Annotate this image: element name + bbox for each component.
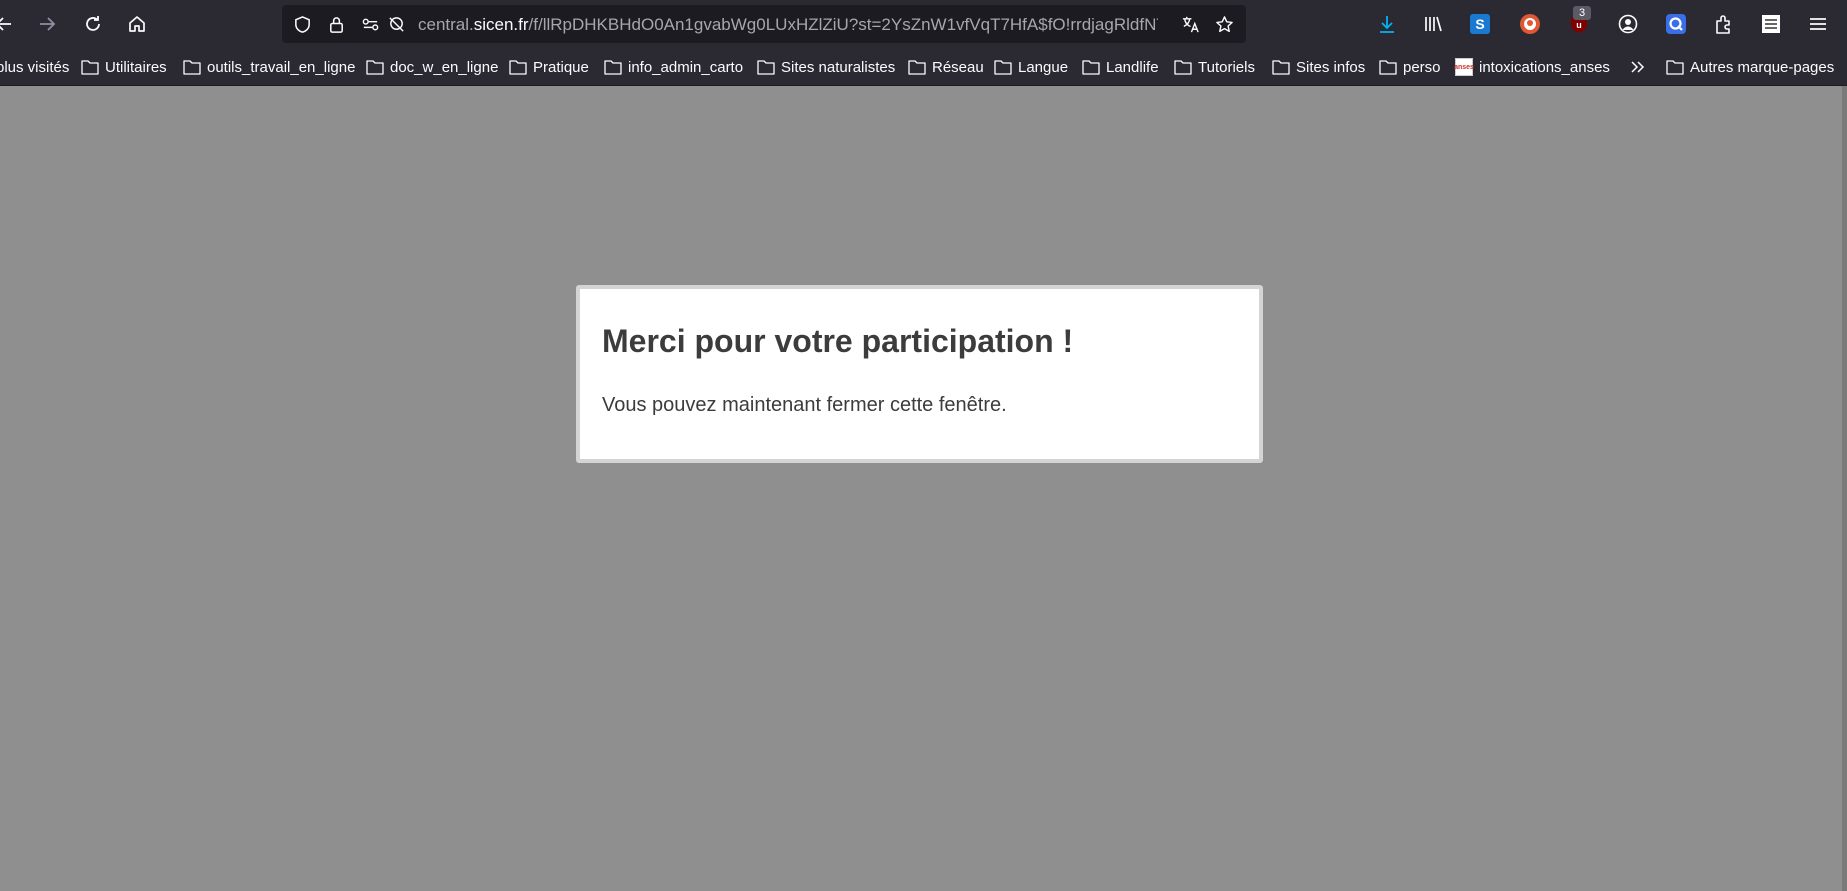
bookmark-label: outils_travail_en_ligne — [207, 58, 356, 76]
account-icon[interactable] — [1616, 12, 1640, 36]
folder-icon — [604, 60, 622, 75]
bookmark-intoxications-anses[interactable]: anses intoxications_anses — [1454, 56, 1610, 78]
bookmark-label: doc_w_en_ligne — [390, 58, 499, 76]
bookmark-label: perso — [1403, 58, 1441, 76]
tracking-protection-icon[interactable] — [386, 14, 406, 34]
bookmark-label: Réseau — [932, 58, 984, 76]
bookmark-label: Autres marque-pages — [1690, 58, 1835, 76]
download-icon[interactable] — [1375, 12, 1399, 36]
folder-icon — [81, 60, 99, 75]
library-icon[interactable] — [1421, 12, 1445, 36]
folder-icon — [1272, 60, 1290, 75]
bookmark-folder-tutoriels[interactable]: Tutoriels — [1174, 56, 1255, 78]
bookmark-folder-perso[interactable]: perso — [1379, 56, 1441, 78]
bookmark-folder-langue[interactable]: Langue — [994, 56, 1068, 78]
bookmark-label: Landlife — [1106, 58, 1159, 76]
bookmark-folder-landlife[interactable]: Landlife — [1082, 56, 1159, 78]
dialog-message: Vous pouvez maintenant fermer cette fenê… — [602, 394, 1007, 416]
folder-icon — [994, 60, 1012, 75]
hamburger-menu-icon[interactable] — [1806, 12, 1830, 36]
folder-icon — [908, 60, 926, 75]
duckduckgo-icon[interactable] — [1518, 12, 1542, 36]
bookmark-label: Langue — [1018, 58, 1069, 76]
folder-icon — [509, 60, 527, 75]
back-arrow-icon[interactable] — [0, 8, 20, 40]
bookmark-folder-reseau[interactable]: Réseau — [908, 56, 984, 78]
bookmark-plus-visites[interactable]: plus visités — [0, 56, 69, 78]
bookmark-star-icon[interactable] — [1214, 14, 1234, 34]
bookmark-label: Tutoriels — [1198, 58, 1255, 76]
confirmation-dialog: Merci pour votre participation ! Vous po… — [576, 285, 1263, 463]
folder-icon — [366, 60, 384, 75]
bookmark-label: plus visités — [0, 58, 70, 76]
permissions-icon[interactable] — [360, 14, 380, 34]
folder-icon — [757, 60, 775, 75]
lock-icon[interactable] — [326, 14, 346, 34]
extension-badge: 3 — [1573, 6, 1591, 20]
url-domain: sicen.fr — [473, 15, 529, 34]
home-icon[interactable] — [121, 8, 153, 40]
svg-text:S: S — [1475, 16, 1484, 32]
bookmark-folder-autres[interactable]: Autres marque-pages — [1666, 56, 1834, 78]
folder-icon — [1379, 60, 1397, 75]
bookmark-folder-utilitaires[interactable]: Utilitaires — [81, 56, 167, 78]
bookmark-label: Sites naturalistes — [781, 58, 896, 76]
extension-s-icon[interactable]: S — [1468, 12, 1492, 36]
folder-icon — [1666, 60, 1684, 75]
bookmark-folder-sites-naturalistes[interactable]: Sites naturalistes — [757, 56, 895, 78]
folder-icon — [1174, 60, 1192, 75]
bookmark-folder-info-admin-carto[interactable]: info_admin_carto — [604, 56, 743, 78]
folder-icon — [183, 60, 201, 75]
url-path: /f/llRpDHKBHdO0An1gvabWg0LUxHZlZiU?st=2Y… — [528, 15, 1158, 34]
anses-favicon-icon: anses — [1454, 58, 1474, 76]
svg-text:u: u — [1576, 20, 1582, 30]
url-text[interactable]: central.sicen.fr/f/llRpDHKBHdO0An1gvabWg… — [418, 15, 1158, 35]
bookmark-label: info_admin_carto — [628, 58, 744, 76]
forward-arrow-icon[interactable] — [31, 8, 63, 40]
extensions-puzzle-icon[interactable] — [1712, 12, 1736, 36]
xls-csv-extension-icon[interactable] — [1759, 12, 1783, 36]
translate-icon[interactable] — [1180, 14, 1200, 34]
bookmark-folder-doc-w[interactable]: doc_w_en_ligne — [366, 56, 498, 78]
bookmark-label: Sites infos — [1296, 58, 1366, 76]
url-prefix: central. — [418, 15, 474, 34]
shield-icon[interactable] — [292, 14, 312, 34]
bookmark-folder-outils-travail[interactable]: outils_travail_en_ligne — [183, 56, 355, 78]
bookmark-folder-pratique[interactable]: Pratique — [509, 56, 589, 78]
reload-icon[interactable] — [77, 8, 109, 40]
bookmark-label: intoxications_anses — [1479, 58, 1610, 76]
bookmarks-overflow-chevron-icon[interactable] — [1629, 56, 1647, 78]
extension-q-icon[interactable] — [1664, 12, 1688, 36]
address-bar[interactable]: central.sicen.fr/f/llRpDHKBHdO0An1gvabWg… — [282, 5, 1246, 43]
dialog-title: Merci pour votre participation ! — [602, 323, 1074, 359]
browser-toolbar: central.sicen.fr/f/llRpDHKBHdO0An1gvabWg… — [0, 0, 1847, 48]
bookmark-label: Utilitaires — [105, 58, 167, 76]
bookmark-folder-sites-infos[interactable]: Sites infos — [1272, 56, 1365, 78]
page-scrollbar[interactable] — [1842, 86, 1847, 891]
bookmark-label: Pratique — [533, 58, 589, 76]
folder-icon — [1082, 60, 1100, 75]
